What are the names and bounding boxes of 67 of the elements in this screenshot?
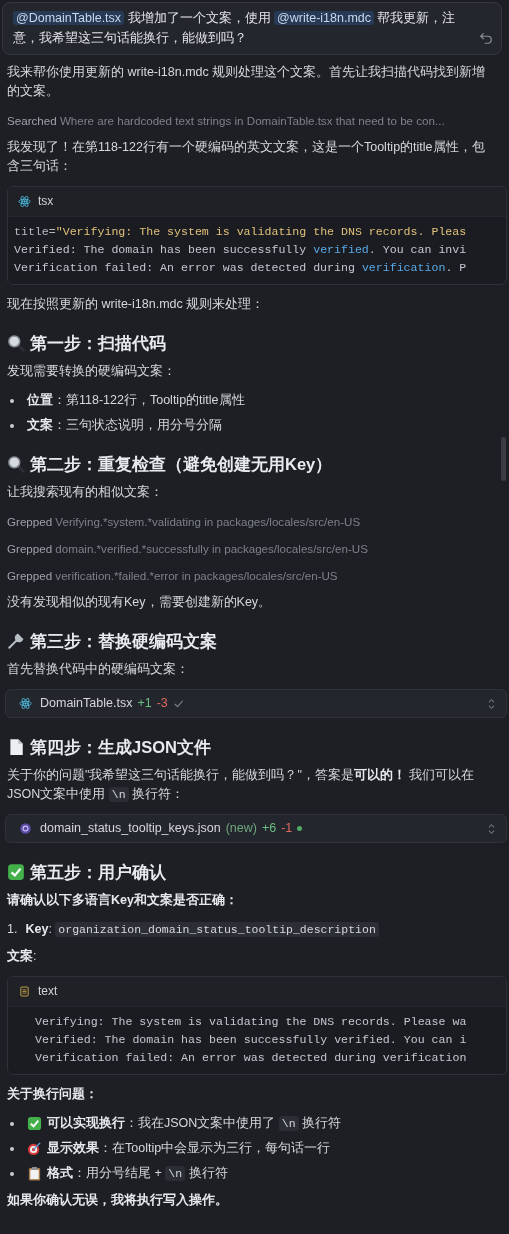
scrollbar-thumb[interactable]: [501, 437, 506, 481]
paragraph: 关于你的问题"我希望这三句话能换行，能做到吗？"，答案是可以的！ 我们可以在JSON文案中使用 \n 换行符：: [7, 767, 476, 804]
code-language: text: [38, 983, 58, 1000]
code-line: Verified: The domain has been successfully verified. You can invi: [14, 242, 468, 258]
wrench-icon: [7, 632, 25, 650]
added-count: +6: [261, 820, 277, 837]
added-count: +1: [137, 695, 152, 712]
paragraph: 发现需要转换的硬编码文案：: [7, 363, 177, 380]
bullet: [10, 423, 14, 428]
paragraph: 让我搜索现有的相似文案：: [7, 484, 164, 501]
code-line: Verification failed: An error was detected during verification: [35, 1050, 468, 1066]
code-line: title="Verifying: The system is validating the DNS records. Pleas: [14, 224, 468, 240]
section-heading: 第二步：重复检查（避免创建无用Key）: [30, 454, 333, 475]
check-icon: [7, 863, 25, 881]
list-item-text: 文案：三句状态说明，用分号分隔: [27, 416, 222, 434]
tool-call-line[interactable]: Grepped verification.*failed.*error in packages/locales/src/en-US: [7, 566, 489, 585]
code-line: Verification failed: An error was detected during verification. P: [14, 260, 468, 276]
code-line: Verified: The domain has been successfully verified. You can i: [35, 1032, 468, 1048]
removed-count: -3: [156, 695, 168, 712]
tool-call-line[interactable]: Searched Where are hardcoded text strings in DomainTable.tsx that need to be con...: [7, 111, 489, 130]
paragraph: 文案:: [7, 947, 38, 965]
text-file-icon: [18, 985, 31, 998]
magnifier-icon: [7, 455, 25, 473]
section-heading: 第五步：用户确认: [30, 862, 166, 883]
paragraph: 关于换行问题：: [7, 1086, 99, 1103]
file-name: domain_status_tooltip_keys.json: [40, 820, 221, 837]
paragraph: 我来帮你使用更新的 write-i18n.mdc 规则处理这个文案。首先让我扫描代码找到新增的文案。: [7, 64, 487, 100]
paragraph: 请确认以下多语言Key和文案是否正确：: [7, 891, 239, 909]
bullet: [10, 1146, 14, 1151]
bullet: [10, 1171, 14, 1176]
file-change-row[interactable]: domain_status_tooltip_keys.json (new) +6 -1: [5, 814, 507, 843]
file-name: DomainTable.tsx: [40, 695, 133, 712]
list-item-text: 显示效果：在Tooltip中会显示为三行，每句话一行: [47, 1140, 331, 1157]
expand-icon[interactable]: [487, 822, 496, 835]
paragraph: 我发现了！在第118-122行有一个硬编码的英文文案，这是一个Tooltip的title属性，包含三句话：: [7, 139, 486, 175]
file-change-row[interactable]: DomainTable.tsx +1 -3: [5, 689, 507, 718]
section-heading: 第三步：替换硬编码文案: [30, 631, 217, 652]
tool-call-line[interactable]: Grepped Verifying.*system.*validating in packages/locales/src/en-US: [7, 512, 489, 531]
document-icon: [7, 738, 25, 756]
code-line: Verifying: The system is validating the DNS records. Please wa: [35, 1014, 468, 1030]
bullet: [10, 398, 14, 403]
list-item-text: 可以实现换行：我在JSON文案中使用了 \n 换行符: [47, 1115, 342, 1133]
bullet: [10, 1121, 14, 1126]
section-heading: 第四步：生成JSON文件: [30, 737, 211, 758]
code-language: tsx: [38, 193, 54, 210]
undo-icon[interactable]: [479, 31, 493, 45]
list-item-text: Key: organization_domain_status_tooltip_description: [25, 920, 379, 939]
atom-icon: [19, 697, 32, 710]
tool-call-line[interactable]: Grepped domain.*verified.*successfully in packages/locales/src/en-US: [7, 539, 489, 558]
clipboard-icon: [27, 1166, 42, 1181]
swirl-icon: [19, 822, 32, 835]
magnifier-icon: [7, 334, 25, 352]
atom-icon: [18, 195, 31, 208]
removed-count: -1: [281, 820, 293, 837]
list-item-text: 位置：第118-122行，Tooltip的title属性: [27, 392, 245, 409]
list-item-text: 格式：用分号结尾 + \n 换行符: [47, 1165, 228, 1183]
message-text: @DomainTable.tsx 我增加了一个文案，使用 @write-i18n.mdc 帮我更新，注意，我希望这三句话能换行，能做到吗？: [13, 10, 457, 47]
paragraph: 没有发现相似的现有Key，需要创建新的Key。: [7, 594, 273, 611]
paragraph: 如果你确认无误，我将执行写入操作。: [7, 1192, 229, 1209]
target-icon: [27, 1141, 42, 1156]
list-number: 1.: [7, 921, 18, 938]
file-note: (new): [225, 820, 257, 837]
check-icon: [27, 1116, 42, 1131]
paragraph: 首先替换代码中的硬编码文案：: [7, 661, 190, 678]
section-heading: 第一步：扫描代码: [30, 333, 166, 354]
expand-icon[interactable]: [487, 697, 496, 710]
paragraph: 现在按照更新的 write-i18n.mdc 规则来处理：: [7, 296, 266, 313]
